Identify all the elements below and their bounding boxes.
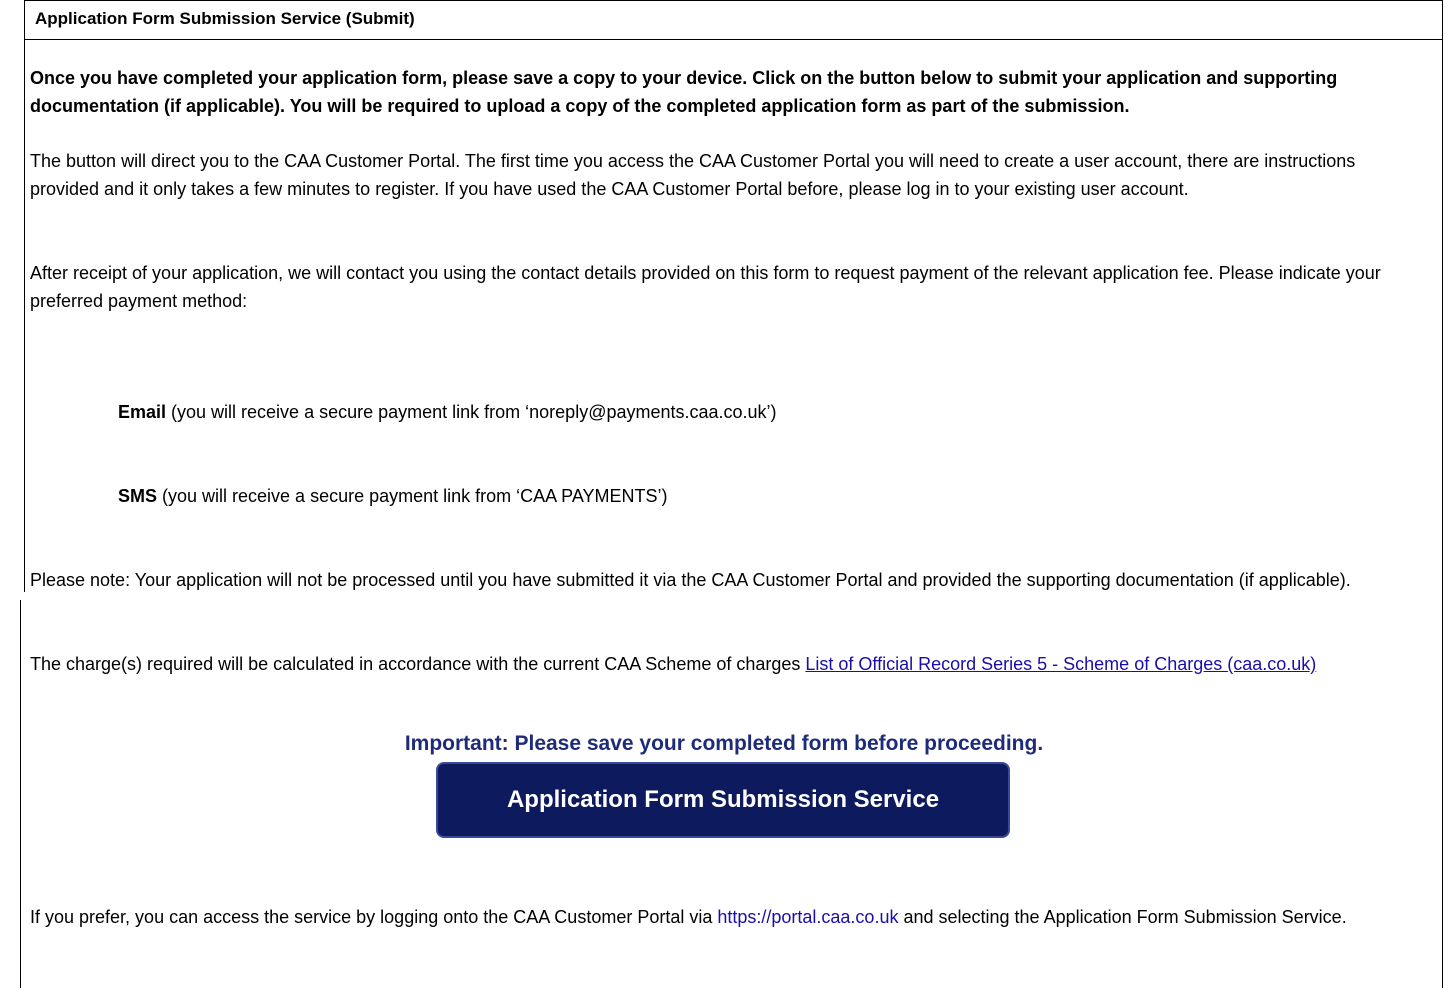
email-option-label: Email bbox=[118, 402, 167, 422]
alt-text-before: If you prefer, you can access the servic… bbox=[30, 907, 718, 927]
portal-info-text: The button will direct you to the CAA Cu… bbox=[30, 151, 1356, 199]
alternative-access-text: If you prefer, you can access the servic… bbox=[30, 903, 1425, 931]
charges-text: The charge(s) required will be calculate… bbox=[30, 650, 1425, 678]
important-notice: Important: Please save your completed fo… bbox=[404, 732, 1044, 755]
email-option-desc: (you will receive a secure payment link … bbox=[166, 402, 777, 422]
charges-sentence: The charge(s) required will be calculate… bbox=[30, 654, 806, 674]
left-border bbox=[24, 0, 25, 592]
charges-link[interactable]: List of Official Record Series 5 - Schem… bbox=[805, 654, 1316, 674]
submission-service-button[interactable]: Application Form Submission Service bbox=[436, 762, 1010, 838]
sms-option-label: SMS bbox=[118, 486, 158, 506]
payment-intro-text: After receipt of your application, we wi… bbox=[30, 263, 1381, 311]
intro-instructions: Once you have completed your application… bbox=[30, 68, 1338, 116]
processing-note: Please note: Your application will not b… bbox=[30, 570, 1351, 590]
alt-text-after: and selecting the Application Form Submi… bbox=[898, 907, 1347, 927]
left-border-lower bbox=[20, 600, 21, 988]
section-title: Application Form Submission Service (Sub… bbox=[35, 9, 415, 28]
payment-option-sms[interactable]: SMS (you will receive a secure payment l… bbox=[118, 482, 668, 510]
payment-option-email[interactable]: Email (you will receive a secure payment… bbox=[118, 398, 777, 426]
form-section: Application Form Submission Service (Sub… bbox=[0, 0, 1448, 988]
portal-link[interactable]: https://portal.caa.co.uk bbox=[717, 907, 898, 927]
right-border bbox=[1442, 0, 1443, 988]
sms-option-desc: (you will receive a secure payment link … bbox=[157, 486, 668, 506]
